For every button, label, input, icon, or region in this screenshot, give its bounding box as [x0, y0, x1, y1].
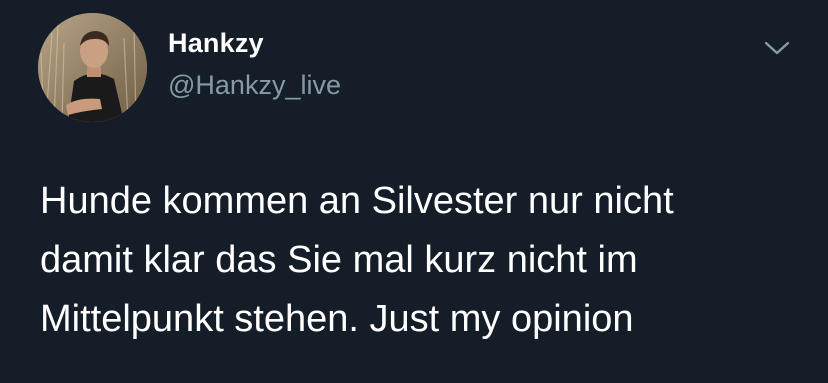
author-display-name[interactable]: Hankzy [168, 28, 264, 59]
avatar-photo-icon [38, 13, 147, 122]
tweet-text-line: Mittelpunkt stehen. Just my opinion [40, 298, 634, 340]
tweet-text-line: damit klar das Sie mal kurz nicht im [40, 239, 638, 281]
tweet-menu-button[interactable] [760, 35, 794, 61]
author-avatar[interactable] [38, 13, 147, 122]
tweet-text: Hunde kommen an Silvester nur nicht dami… [40, 172, 810, 349]
tweet-text-line: Hunde kommen an Silvester nur nicht [40, 180, 674, 222]
chevron-down-icon [764, 41, 790, 55]
tweet-card: Hankzy @Hankzy_live Hunde kommen an Silv… [0, 0, 828, 383]
author-handle[interactable]: @Hankzy_live [168, 70, 341, 101]
